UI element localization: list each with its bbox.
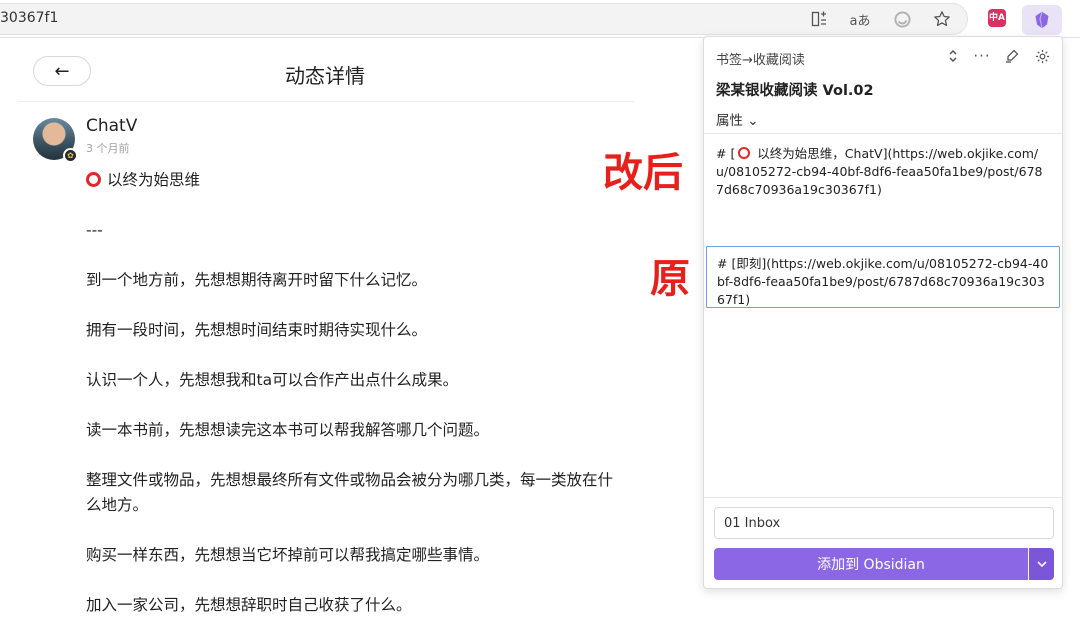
clipper-panel: 书签→收藏阅读 ··· 梁某银收藏阅读 Vol.02 属性 ⌄ # [ 以终为始…: [703, 36, 1063, 589]
folder-input[interactable]: 01 Inbox: [714, 507, 1054, 539]
content-prefix: # [: [716, 146, 736, 161]
post-paragraph: 拥有一段时间，先想想时间结束时期待实现什么。: [86, 321, 428, 339]
red-circle-icon: [86, 172, 101, 187]
chevron-down-icon: ⌄: [747, 113, 759, 129]
favorite-star-icon[interactable]: [930, 7, 954, 31]
annotation-original: 原: [650, 256, 690, 302]
chevron-updown-icon[interactable]: [943, 46, 963, 66]
post-headline: 以终为始思维: [86, 168, 616, 193]
split-screen-icon[interactable]: [807, 7, 831, 31]
highlighter-icon[interactable]: [1002, 46, 1022, 66]
post-paragraph: 认识一个人，先想想我和ta可以合作产出点什么成果。: [86, 371, 459, 389]
author-name[interactable]: ChatV: [86, 116, 137, 136]
note-content-original[interactable]: # [即刻](https://web.okjike.com/u/08105272…: [706, 246, 1060, 308]
post-body: 以终为始思维 --- 到一个地方前，先想想期待离开时留下什么记忆。 拥有一段时间…: [86, 168, 616, 635]
headline-text: 以终为始思维: [107, 171, 201, 189]
obsidian-extension-icon[interactable]: [1022, 5, 1062, 35]
url-text[interactable]: 30367f1: [0, 10, 58, 26]
post-separator: ---: [86, 221, 103, 239]
post-paragraph: 购买一样东西，先想想当它坏掉前可以帮我搞定哪些事情。: [86, 546, 490, 564]
post-paragraph: 整理文件或物品，先想想最终所有文件或物品会被分为哪几类，每一类放在什么地方。: [86, 471, 614, 514]
badge-icon: ✿: [63, 148, 78, 163]
add-to-obsidian-button[interactable]: 添加到 Obsidian: [714, 548, 1028, 580]
red-circle-icon: [738, 147, 751, 159]
note-title[interactable]: 梁某银收藏阅读 Vol.02: [716, 79, 874, 100]
page-title: 动态详情: [285, 64, 365, 88]
more-icon[interactable]: ···: [972, 46, 992, 66]
divider: [18, 101, 634, 102]
chevron-down-icon[interactable]: [1029, 548, 1054, 580]
template-selector[interactable]: 书签→收藏阅读: [716, 49, 805, 68]
gear-icon[interactable]: [1032, 46, 1052, 66]
back-button[interactable]: ←: [33, 56, 91, 86]
properties-label: 属性: [716, 113, 743, 129]
browser-toolbar: 30367f1 aあ 中A: [0, 0, 1080, 38]
translate-extension-icon[interactable]: 中A: [988, 9, 1006, 27]
properties-toggle[interactable]: 属性 ⌄: [716, 109, 759, 129]
note-content-after[interactable]: # [ 以终为始思维，ChatV](https://web.okjike.com…: [716, 145, 1046, 199]
post-paragraph: 读一本书前，先想想读完这本书可以帮我解答哪几个问题。: [86, 421, 490, 439]
divider: [704, 497, 1062, 498]
post-time: 3 个月前: [86, 142, 130, 155]
edge-sync-icon[interactable]: [890, 7, 914, 31]
post-paragraph: 到一个地方前，先想想期待离开时留下什么记忆。: [86, 271, 428, 289]
translate-icon[interactable]: aあ: [848, 7, 872, 31]
post-paragraph: 加入一家公司，先想想辞职时自己收获了什么。: [86, 596, 412, 614]
divider: [704, 133, 1062, 134]
annotation-after: 改后: [603, 150, 683, 196]
content-rest: 以终为始思维，ChatV](https://web.okjike.com/u/0…: [716, 146, 1043, 197]
